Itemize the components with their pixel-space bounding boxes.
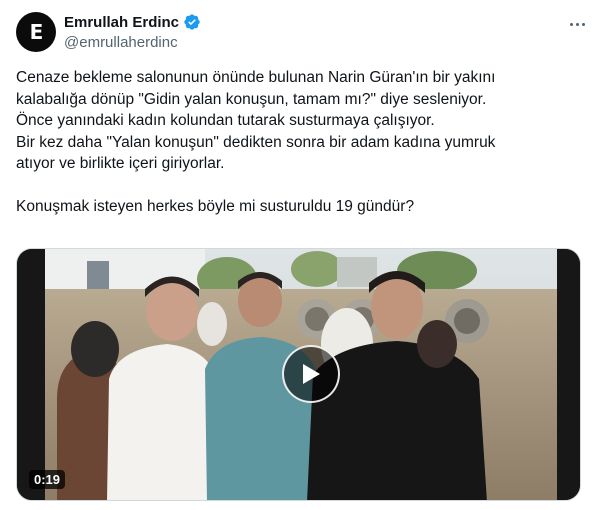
author-name-row: Emrullah Erdinc xyxy=(64,13,201,31)
tweet: E Emrullah Erdinc @emrullaherdinc Cenaze… xyxy=(0,0,607,510)
avatar[interactable]: E xyxy=(16,12,56,52)
video-player[interactable]: 0:19 xyxy=(16,248,581,501)
tweet-text-line: Bir kez daha "Yalan konuşun" dedikten so… xyxy=(16,133,496,151)
tweet-text-line: kalabalığa dönüp "Gidin yalan konuşun, t… xyxy=(16,90,487,108)
tweet-text-line: atıyor ve birlikte içeri giriyorlar. xyxy=(16,155,225,172)
play-button[interactable] xyxy=(282,345,340,403)
more-options-icon[interactable] xyxy=(567,14,587,34)
tweet-text-line: Önce yanındaki kadın kolundan tutarak su… xyxy=(16,112,435,129)
tweet-question: Konuşmak isteyen herkes böyle mi susturu… xyxy=(16,198,415,215)
video-duration: 0:19 xyxy=(29,470,66,489)
tweet-text: Cenaze bekleme salonunun önünde bulunan … xyxy=(16,67,586,218)
tweet-text-line: Cenaze bekleme salonunun önünde bulunan … xyxy=(16,69,496,86)
author-handle[interactable]: @emrullaherdinc xyxy=(64,34,178,51)
author-display-name[interactable]: Emrullah Erdinc xyxy=(64,14,179,31)
avatar-logo: E xyxy=(29,20,44,44)
play-icon xyxy=(303,364,320,384)
verified-badge-icon xyxy=(184,14,200,30)
